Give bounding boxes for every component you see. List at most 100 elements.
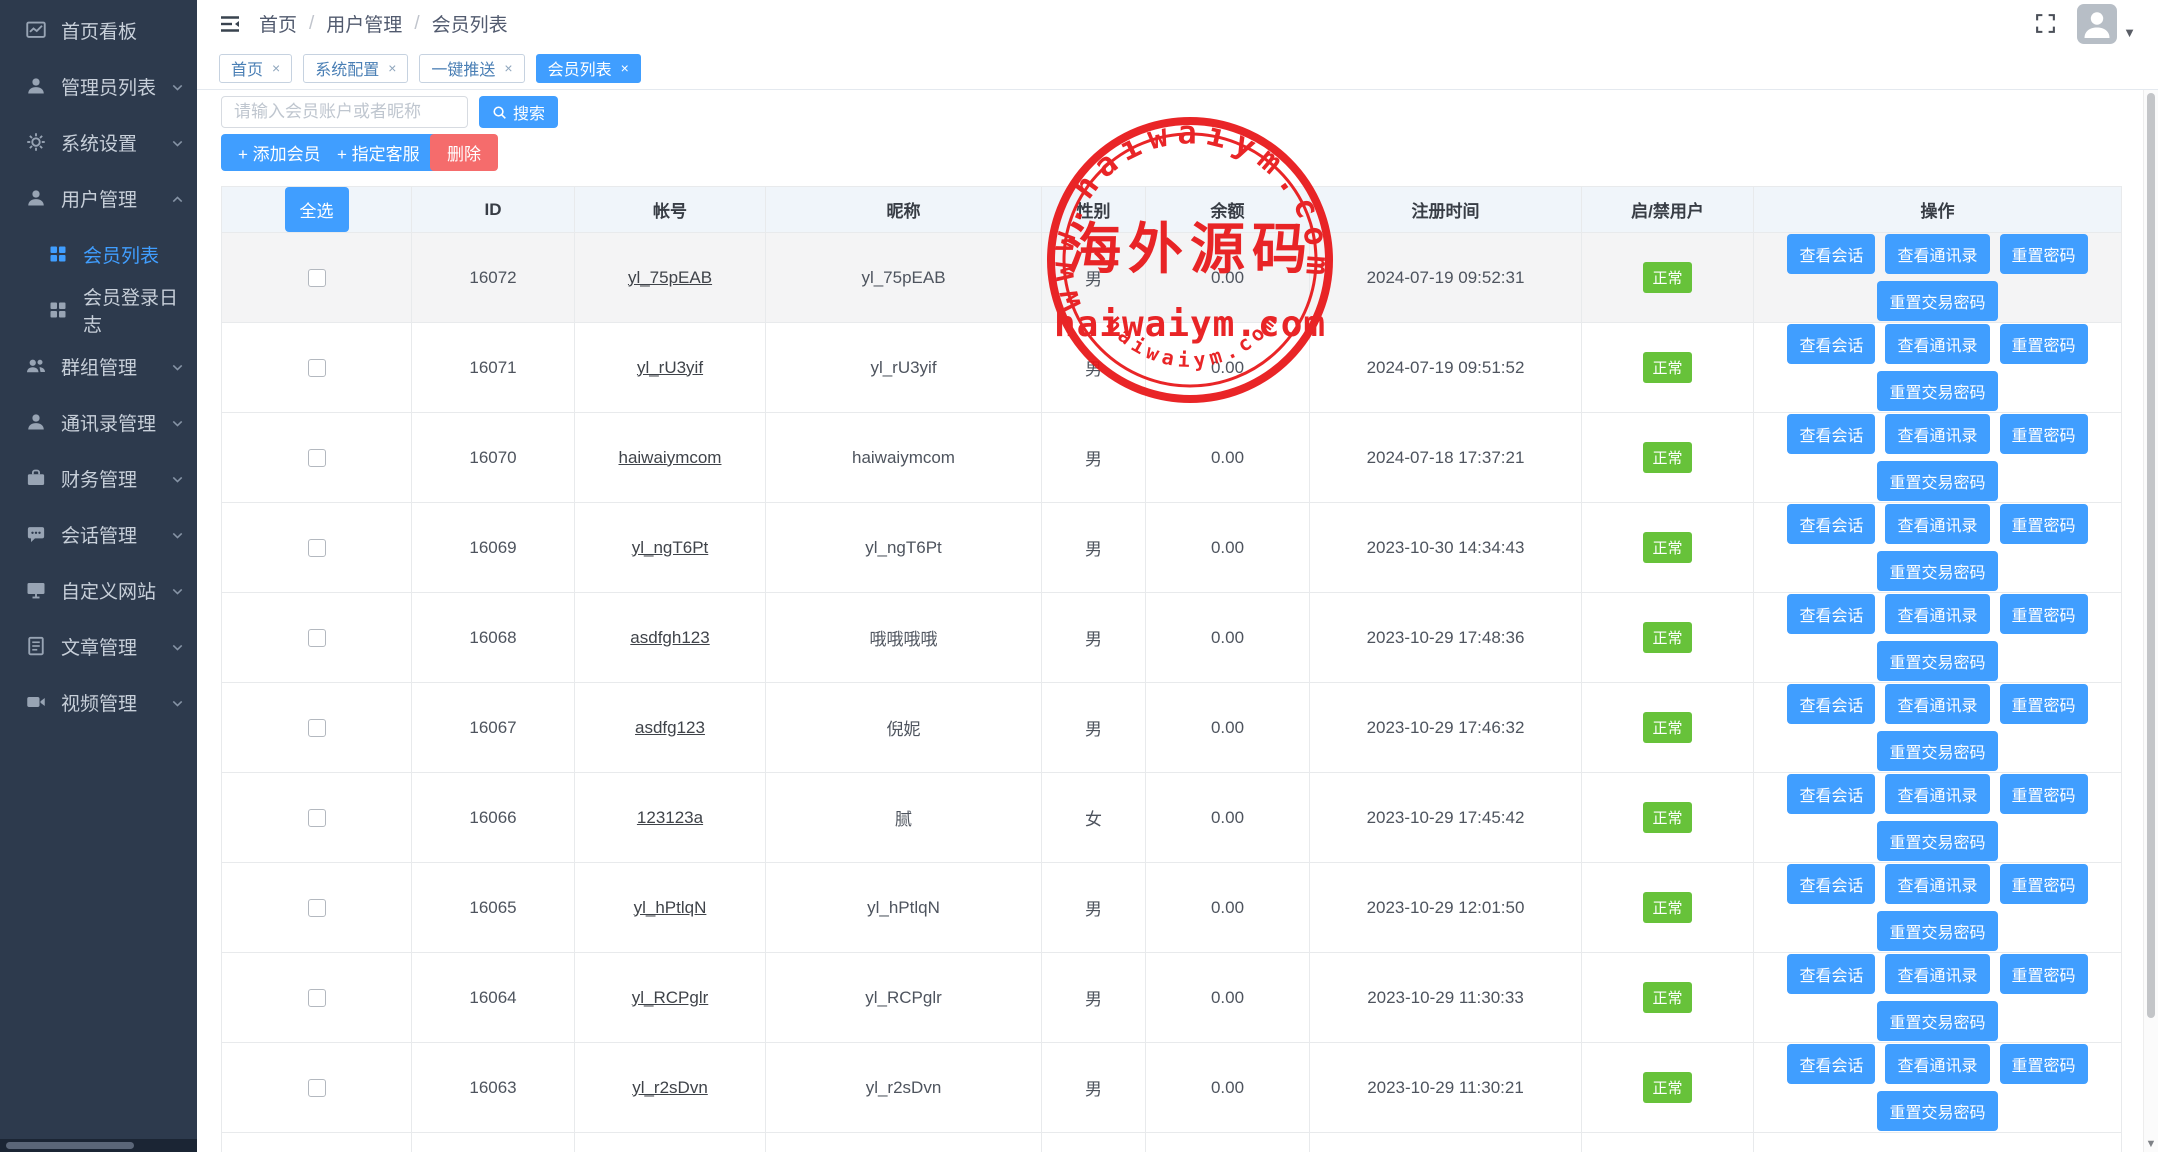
select-all-button[interactable]: 全选 <box>285 187 349 232</box>
view-contacts-button[interactable]: 查看通讯录 <box>1885 684 1989 724</box>
sidebar-item-group-management[interactable]: 群组管理 <box>0 338 197 394</box>
reset-trade-password-button[interactable]: 重置交易密码 <box>1877 1001 1997 1041</box>
view-contacts-button[interactable]: 查看通讯录 <box>1885 504 1989 544</box>
reset-trade-password-button[interactable]: 重置交易密码 <box>1877 461 1997 501</box>
account-link[interactable]: yl_r2sDvn <box>632 1078 708 1097</box>
reset-password-button[interactable]: 重置密码 <box>2000 504 2088 544</box>
reset-password-button[interactable]: 重置密码 <box>2000 864 2088 904</box>
reset-password-button[interactable]: 重置密码 <box>2000 324 2088 364</box>
row-checkbox[interactable] <box>308 629 326 647</box>
fullscreen-icon[interactable] <box>2034 12 2057 35</box>
view-contacts-button[interactable]: 查看通讯录 <box>1885 234 1989 274</box>
sidebar-item-video-management[interactable]: 视频管理 <box>0 674 197 730</box>
row-checkbox[interactable] <box>308 359 326 377</box>
sidebar-item-article-management[interactable]: 文章管理 <box>0 618 197 674</box>
view-session-button[interactable]: 查看会话 <box>1787 954 1875 994</box>
view-contacts-button[interactable]: 查看通讯录 <box>1885 414 1989 454</box>
tab-close-icon[interactable]: × <box>621 60 629 76</box>
sidebar-item-session-management[interactable]: 会话管理 <box>0 506 197 562</box>
view-session-button[interactable]: 查看会话 <box>1787 684 1875 724</box>
account-link[interactable]: yl_ngT6Pt <box>632 538 709 557</box>
caret-down-icon[interactable]: ▼ <box>2123 25 2136 40</box>
tab-member-list[interactable]: 会员列表× <box>536 54 641 83</box>
vertical-scrollbar-thumb[interactable] <box>2147 93 2155 1018</box>
account-link[interactable]: yl_rU3yif <box>637 358 703 377</box>
reset-password-button[interactable]: 重置密码 <box>2000 774 2088 814</box>
tab-system-config[interactable]: 系统配置× <box>303 54 408 83</box>
gender: 男 <box>1042 503 1146 593</box>
row-checkbox[interactable] <box>308 1079 326 1097</box>
view-session-button[interactable]: 查看会话 <box>1787 234 1875 274</box>
account-link[interactable]: yl_RCPglr <box>632 988 709 1007</box>
reset-trade-password-button[interactable]: 重置交易密码 <box>1877 641 1997 681</box>
sidebar-item-member-list[interactable]: 会员列表 <box>0 226 197 282</box>
row-checkbox[interactable] <box>308 449 326 467</box>
account-link[interactable]: 123123a <box>637 808 703 827</box>
view-contacts-button[interactable]: 查看通讯录 <box>1885 324 1989 364</box>
scrollbar-down-arrow[interactable]: ▼ <box>2144 1138 2158 1150</box>
view-session-button[interactable]: 查看会话 <box>1787 864 1875 904</box>
delete-button[interactable]: 删除 <box>430 134 498 171</box>
view-contacts-button[interactable]: 查看通讯录 <box>1885 1044 1989 1084</box>
row-checkbox[interactable] <box>308 269 326 287</box>
view-session-button[interactable]: 查看会话 <box>1787 594 1875 634</box>
reset-trade-password-button[interactable]: 重置交易密码 <box>1877 551 1997 591</box>
view-session-button[interactable]: 查看会话 <box>1787 324 1875 364</box>
account-link[interactable]: yl_hPtlqN <box>634 898 707 917</box>
reset-trade-password-button[interactable]: 重置交易密码 <box>1877 371 1997 411</box>
account-link[interactable]: yl_75pEAB <box>628 268 712 287</box>
search-button[interactable]: 搜索 <box>479 96 558 128</box>
table-row: 16069yl_ngT6Ptyl_ngT6Pt男0.002023-10-30 1… <box>222 503 2122 593</box>
sidebar-item-user-management[interactable]: 用户管理 <box>0 170 197 226</box>
sidebar-item-member-login-log[interactable]: 会员登录日志 <box>0 282 197 338</box>
reset-password-button[interactable]: 重置密码 <box>2000 414 2088 454</box>
reset-trade-password-button[interactable]: 重置交易密码 <box>1877 731 1997 771</box>
reset-trade-password-button[interactable]: 重置交易密码 <box>1877 911 1997 951</box>
horizontal-scrollbar[interactable] <box>0 1139 197 1152</box>
breadcrumb-item[interactable]: 会员列表 <box>432 10 508 37</box>
tab-close-icon[interactable]: × <box>388 60 396 76</box>
view-contacts-button[interactable]: 查看通讯录 <box>1885 864 1989 904</box>
view-contacts-button[interactable]: 查看通讯录 <box>1885 594 1989 634</box>
account-link[interactable]: asdfgh123 <box>630 628 709 647</box>
view-contacts-button[interactable]: 查看通讯录 <box>1885 774 1989 814</box>
view-session-button[interactable]: 查看会话 <box>1787 504 1875 544</box>
row-checkbox[interactable] <box>308 809 326 827</box>
row-checkbox[interactable] <box>308 719 326 737</box>
tab-close-icon[interactable]: × <box>504 60 512 76</box>
tab-close-icon[interactable]: × <box>272 60 280 76</box>
breadcrumb-item[interactable]: 用户管理 <box>326 10 402 37</box>
sidebar-item-finance-management[interactable]: 财务管理 <box>0 450 197 506</box>
sidebar-item-custom-website[interactable]: 自定义网站 <box>0 562 197 618</box>
reset-password-button[interactable]: 重置密码 <box>2000 594 2088 634</box>
reset-password-button[interactable]: 重置密码 <box>2000 234 2088 274</box>
view-session-button[interactable]: 查看会话 <box>1787 414 1875 454</box>
reset-password-button[interactable]: 重置密码 <box>2000 1044 2088 1084</box>
reset-trade-password-button[interactable]: 重置交易密码 <box>1877 281 1997 321</box>
horizontal-scrollbar-thumb[interactable] <box>6 1142 134 1149</box>
tab-home[interactable]: 首页× <box>219 54 292 83</box>
reset-trade-password-button[interactable]: 重置交易密码 <box>1877 821 1997 861</box>
sidebar-item-contacts-management[interactable]: 通讯录管理 <box>0 394 197 450</box>
row-checkbox[interactable] <box>308 539 326 557</box>
row-checkbox[interactable] <box>308 899 326 917</box>
account-link[interactable]: asdfg123 <box>635 718 705 737</box>
breadcrumb-item[interactable]: 首页 <box>259 10 297 37</box>
reset-trade-password-button[interactable]: 重置交易密码 <box>1877 1091 1997 1131</box>
account-link[interactable]: haiwaiymcom <box>619 448 722 467</box>
tab-one-key-push[interactable]: 一键推送× <box>419 54 524 83</box>
view-session-button[interactable]: 查看会话 <box>1787 774 1875 814</box>
reset-password-button[interactable]: 重置密码 <box>2000 684 2088 724</box>
sidebar-item-admin-list[interactable]: 管理员列表 <box>0 58 197 114</box>
view-session-button[interactable]: 查看会话 <box>1787 1044 1875 1084</box>
assign-cs-button[interactable]: + 指定客服 <box>320 134 437 171</box>
fold-menu-icon[interactable] <box>219 13 241 35</box>
row-checkbox[interactable] <box>308 989 326 1007</box>
user-avatar-icon[interactable] <box>2077 4 2117 44</box>
vertical-scrollbar[interactable]: ▼ <box>2143 90 2158 1152</box>
sidebar-item-system-settings[interactable]: 系统设置 <box>0 114 197 170</box>
view-contacts-button[interactable]: 查看通讯录 <box>1885 954 1989 994</box>
search-input[interactable] <box>221 96 468 128</box>
reset-password-button[interactable]: 重置密码 <box>2000 954 2088 994</box>
sidebar-item-dashboard[interactable]: 首页看板 <box>0 2 197 58</box>
